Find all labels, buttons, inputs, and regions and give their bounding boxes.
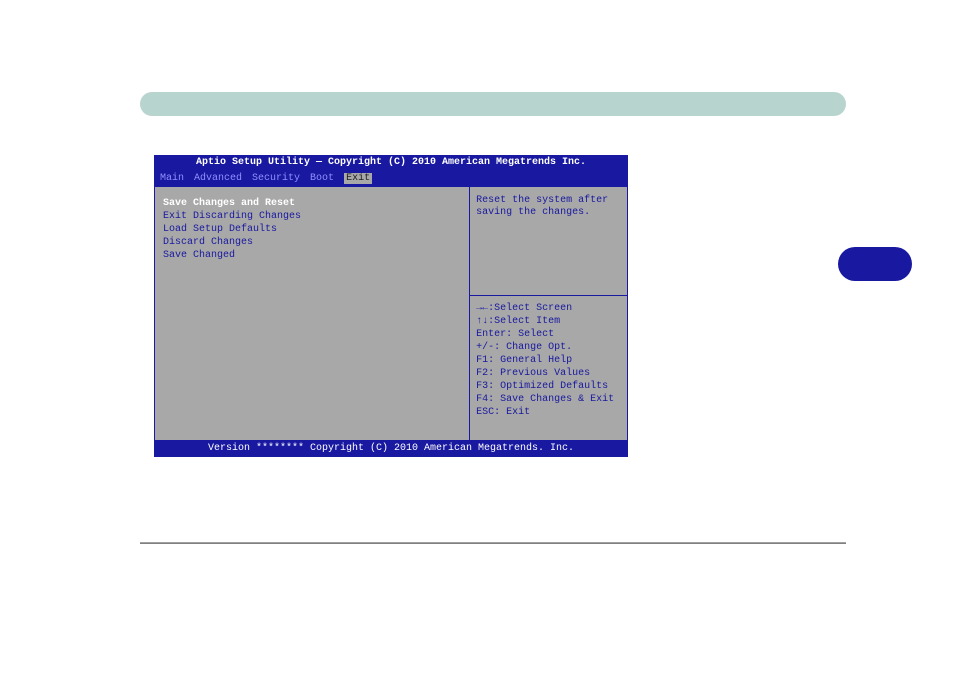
- key-f2: F2: Previous Values: [476, 367, 621, 380]
- key-f4: F4: Save Changes & Exit: [476, 393, 621, 406]
- bios-body: Save Changes and Reset Exit Discarding C…: [154, 187, 628, 441]
- tab-advanced[interactable]: Advanced: [194, 173, 242, 184]
- key-esc: ESC: Exit: [476, 406, 621, 419]
- bios-menu-panel: Save Changes and Reset Exit Discarding C…: [154, 187, 470, 441]
- tab-security[interactable]: Security: [252, 173, 300, 184]
- tab-boot[interactable]: Boot: [310, 173, 334, 184]
- horizontal-rule: [140, 542, 846, 544]
- bios-footer: Version ******** Copyright (C) 2010 Amer…: [154, 441, 628, 457]
- key-change-opt: +/-: Change Opt.: [476, 341, 621, 354]
- bios-description: Reset the system after saving the change…: [470, 187, 627, 296]
- bios-tab-bar: Main Advanced Security Boot Exit: [154, 171, 628, 187]
- menu-save-changed[interactable]: Save Changed: [163, 249, 461, 262]
- key-select-item: ↑↓:Select Item: [476, 315, 621, 328]
- bios-right-panel: Reset the system after saving the change…: [470, 187, 628, 441]
- menu-load-setup-defaults[interactable]: Load Setup Defaults: [163, 223, 461, 236]
- bios-setup-window: Aptio Setup Utility — Copyright (C) 2010…: [154, 155, 628, 457]
- section-header-bar: [140, 92, 846, 116]
- tab-main[interactable]: Main: [160, 173, 184, 184]
- menu-discard-changes[interactable]: Discard Changes: [163, 236, 461, 249]
- tab-exit[interactable]: Exit: [344, 173, 372, 184]
- side-page-badge: [838, 247, 912, 281]
- bios-title-bar: Aptio Setup Utility — Copyright (C) 2010…: [154, 155, 628, 171]
- key-f1: F1: General Help: [476, 354, 621, 367]
- menu-save-changes-and-reset[interactable]: Save Changes and Reset: [163, 197, 461, 210]
- key-select-screen: →←:Select Screen: [476, 302, 621, 315]
- key-enter: Enter: Select: [476, 328, 621, 341]
- key-f3: F3: Optimized Defaults: [476, 380, 621, 393]
- bios-key-help: →←:Select Screen ↑↓:Select Item Enter: S…: [470, 296, 627, 440]
- menu-exit-discarding-changes[interactable]: Exit Discarding Changes: [163, 210, 461, 223]
